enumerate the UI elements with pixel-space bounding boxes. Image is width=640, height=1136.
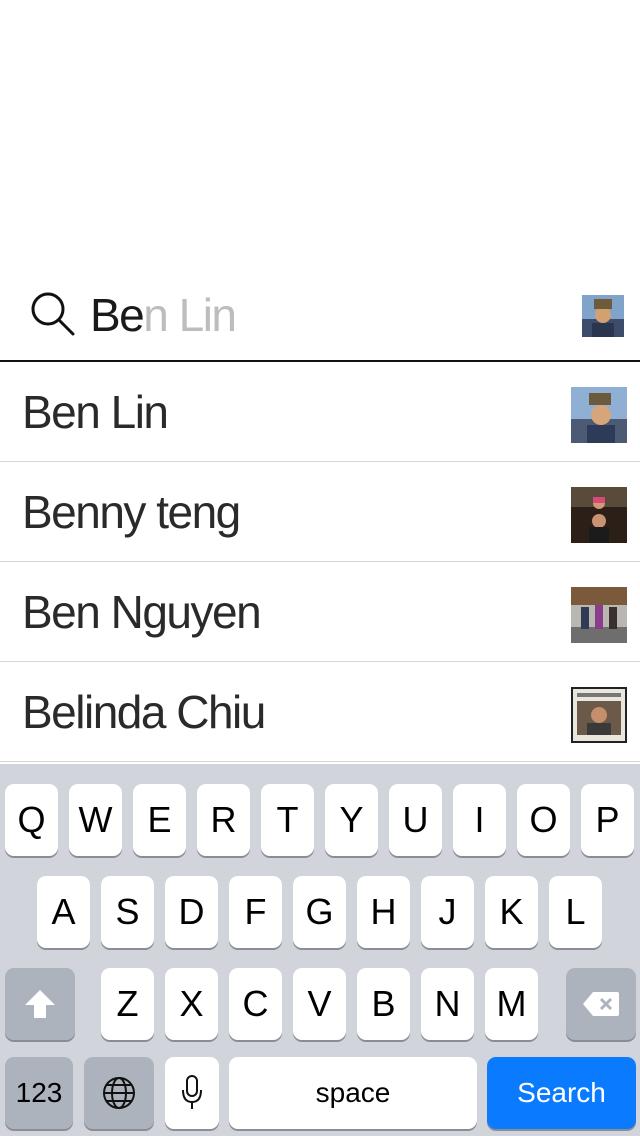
space-key[interactable]: space [229, 1057, 477, 1129]
contact-photo [571, 587, 627, 643]
key-label: D [178, 891, 205, 932]
microphone-key[interactable] [165, 1057, 219, 1129]
key-label: U [402, 799, 429, 840]
key-z[interactable]: Z [101, 968, 154, 1040]
contact-photo [571, 487, 627, 543]
search-key-label: Search [517, 1077, 606, 1108]
shift-key[interactable] [5, 968, 75, 1040]
key-d[interactable]: D [165, 876, 218, 948]
key-j[interactable]: J [421, 876, 474, 948]
key-label: X [179, 983, 204, 1024]
key-o[interactable]: O [517, 784, 570, 856]
search-avatar [582, 295, 624, 337]
search-autocomplete-suggestion: n Lin [143, 289, 237, 341]
result-name: Benny teng [22, 486, 241, 538]
key-a[interactable]: A [37, 876, 90, 948]
key-label: R [210, 799, 237, 840]
key-w[interactable]: W [69, 784, 122, 856]
numbers-key[interactable]: 123 [5, 1057, 73, 1129]
key-h[interactable]: H [357, 876, 410, 948]
result-name: Ben Nguyen [22, 586, 262, 638]
key-y[interactable]: Y [325, 784, 378, 856]
keyboard: QWERTYU I OP ASDFGHJ KL ZXCVBNM 123 space S… [0, 764, 640, 1136]
key-e[interactable]: E [133, 784, 186, 856]
key-r[interactable]: R [197, 784, 250, 856]
key-x[interactable]: X [165, 968, 218, 1040]
key-label: P [595, 799, 620, 840]
key-s[interactable]: S [101, 876, 154, 948]
key-label: B [371, 983, 396, 1024]
key-label: L [565, 891, 586, 932]
space-key-label: space [315, 1077, 391, 1108]
key-k[interactable]: K [485, 876, 538, 948]
search-input[interactable]: Ben Lin [90, 288, 237, 342]
result-name: Belinda Chiu [22, 686, 266, 738]
key-label: F [244, 891, 267, 932]
key-label: S [115, 891, 140, 932]
backspace-key[interactable] [566, 968, 636, 1040]
key-n[interactable]: N [421, 968, 474, 1040]
results-list: Ben Lin Benny teng Ben Nguyen Belinda Ch… [0, 362, 640, 762]
search-key[interactable]: Search [487, 1057, 636, 1129]
key-label: J [438, 891, 457, 932]
key-q[interactable]: Q [5, 784, 58, 856]
shift-icon [25, 990, 55, 1018]
key-label: Q [17, 799, 46, 840]
numbers-key-label: 123 [15, 1077, 63, 1108]
key-label: A [51, 891, 76, 932]
key-label: M [496, 983, 527, 1024]
key-label: W [78, 799, 113, 840]
result-item[interactable]: Ben Lin [0, 362, 640, 462]
contact-photo [571, 387, 627, 443]
key-label: E [147, 799, 172, 840]
key-label: Z [116, 983, 139, 1024]
search-typed-text: Be [90, 289, 145, 341]
key-c[interactable]: C [229, 968, 282, 1040]
key-t[interactable]: T [261, 784, 314, 856]
backspace-icon [583, 992, 619, 1016]
result-item[interactable]: Ben Nguyen [0, 562, 640, 662]
key-b[interactable]: B [357, 968, 410, 1040]
key-m[interactable]: M [485, 968, 538, 1040]
key-label: N [434, 983, 461, 1024]
globe-icon [103, 1077, 135, 1109]
key-v[interactable]: V [293, 968, 346, 1040]
key-label: V [307, 983, 332, 1024]
microphone-icon [182, 1075, 202, 1109]
key-g[interactable]: G [293, 876, 346, 948]
key-label: G [305, 891, 334, 932]
result-item[interactable]: Belinda Chiu [0, 662, 640, 762]
search-icon [31, 292, 75, 336]
key-label: C [242, 983, 269, 1024]
key-label: K [499, 891, 524, 932]
key-label: O [529, 799, 558, 840]
key-label: Y [339, 799, 364, 840]
key-l[interactable]: L [549, 876, 602, 948]
globe-key[interactable] [84, 1057, 154, 1129]
result-name: Ben Lin [22, 386, 169, 438]
key-label: H [370, 891, 397, 932]
result-item[interactable]: Benny teng [0, 462, 640, 562]
key-label: I [474, 799, 485, 840]
key-f[interactable]: F [229, 876, 282, 948]
key-label: T [276, 799, 299, 840]
key-u[interactable]: U [389, 784, 442, 856]
contact-photo [571, 687, 627, 743]
key-p[interactable]: P [581, 784, 634, 856]
key-i[interactable]: I [453, 784, 506, 856]
